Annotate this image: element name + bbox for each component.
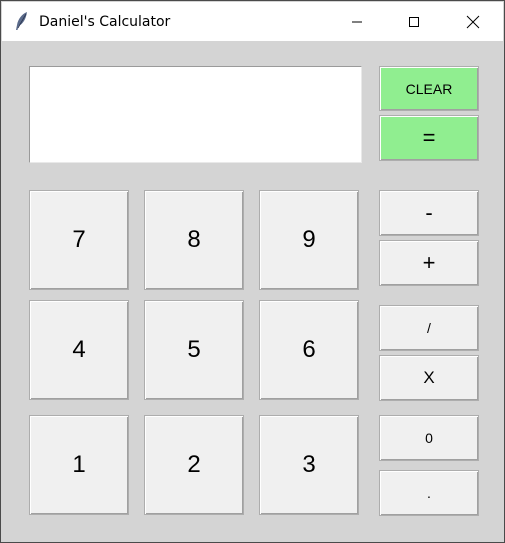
- digit-2-button[interactable]: 2: [144, 415, 244, 515]
- close-button[interactable]: [450, 2, 496, 41]
- decimal-point-button[interactable]: .: [379, 470, 479, 516]
- close-icon: [466, 15, 480, 28]
- minus-button[interactable]: -: [379, 190, 479, 236]
- digit-4-button[interactable]: 4: [29, 300, 129, 400]
- feather-icon: [14, 11, 30, 31]
- equals-button[interactable]: =: [379, 115, 479, 161]
- plus-button[interactable]: +: [379, 240, 479, 286]
- divide-button[interactable]: /: [379, 305, 479, 351]
- maximize-button[interactable]: [391, 2, 437, 41]
- digit-6-button[interactable]: 6: [259, 300, 359, 400]
- digit-8-button[interactable]: 8: [144, 190, 244, 290]
- digit-3-button[interactable]: 3: [259, 415, 359, 515]
- digit-1-button[interactable]: 1: [29, 415, 129, 515]
- window-title: Daniel's Calculator: [39, 14, 171, 30]
- calculator-window: Daniel's Calculator CLEAR = 7 8 9 4 5 6: [0, 0, 505, 543]
- minimize-icon: [352, 21, 362, 22]
- clear-button[interactable]: CLEAR: [379, 66, 479, 111]
- calculator-body: CLEAR = 7 8 9 4 5 6 1 2 3 - + / X 0 .: [2, 41, 503, 541]
- digit-9-button[interactable]: 9: [259, 190, 359, 290]
- digit-0-button[interactable]: 0: [379, 415, 479, 461]
- title-bar[interactable]: Daniel's Calculator: [2, 2, 503, 41]
- digit-7-button[interactable]: 7: [29, 190, 129, 290]
- maximize-icon: [409, 16, 419, 27]
- multiply-button[interactable]: X: [379, 355, 479, 401]
- display-field[interactable]: [29, 66, 362, 163]
- digit-5-button[interactable]: 5: [144, 300, 244, 400]
- minimize-button[interactable]: [334, 2, 380, 41]
